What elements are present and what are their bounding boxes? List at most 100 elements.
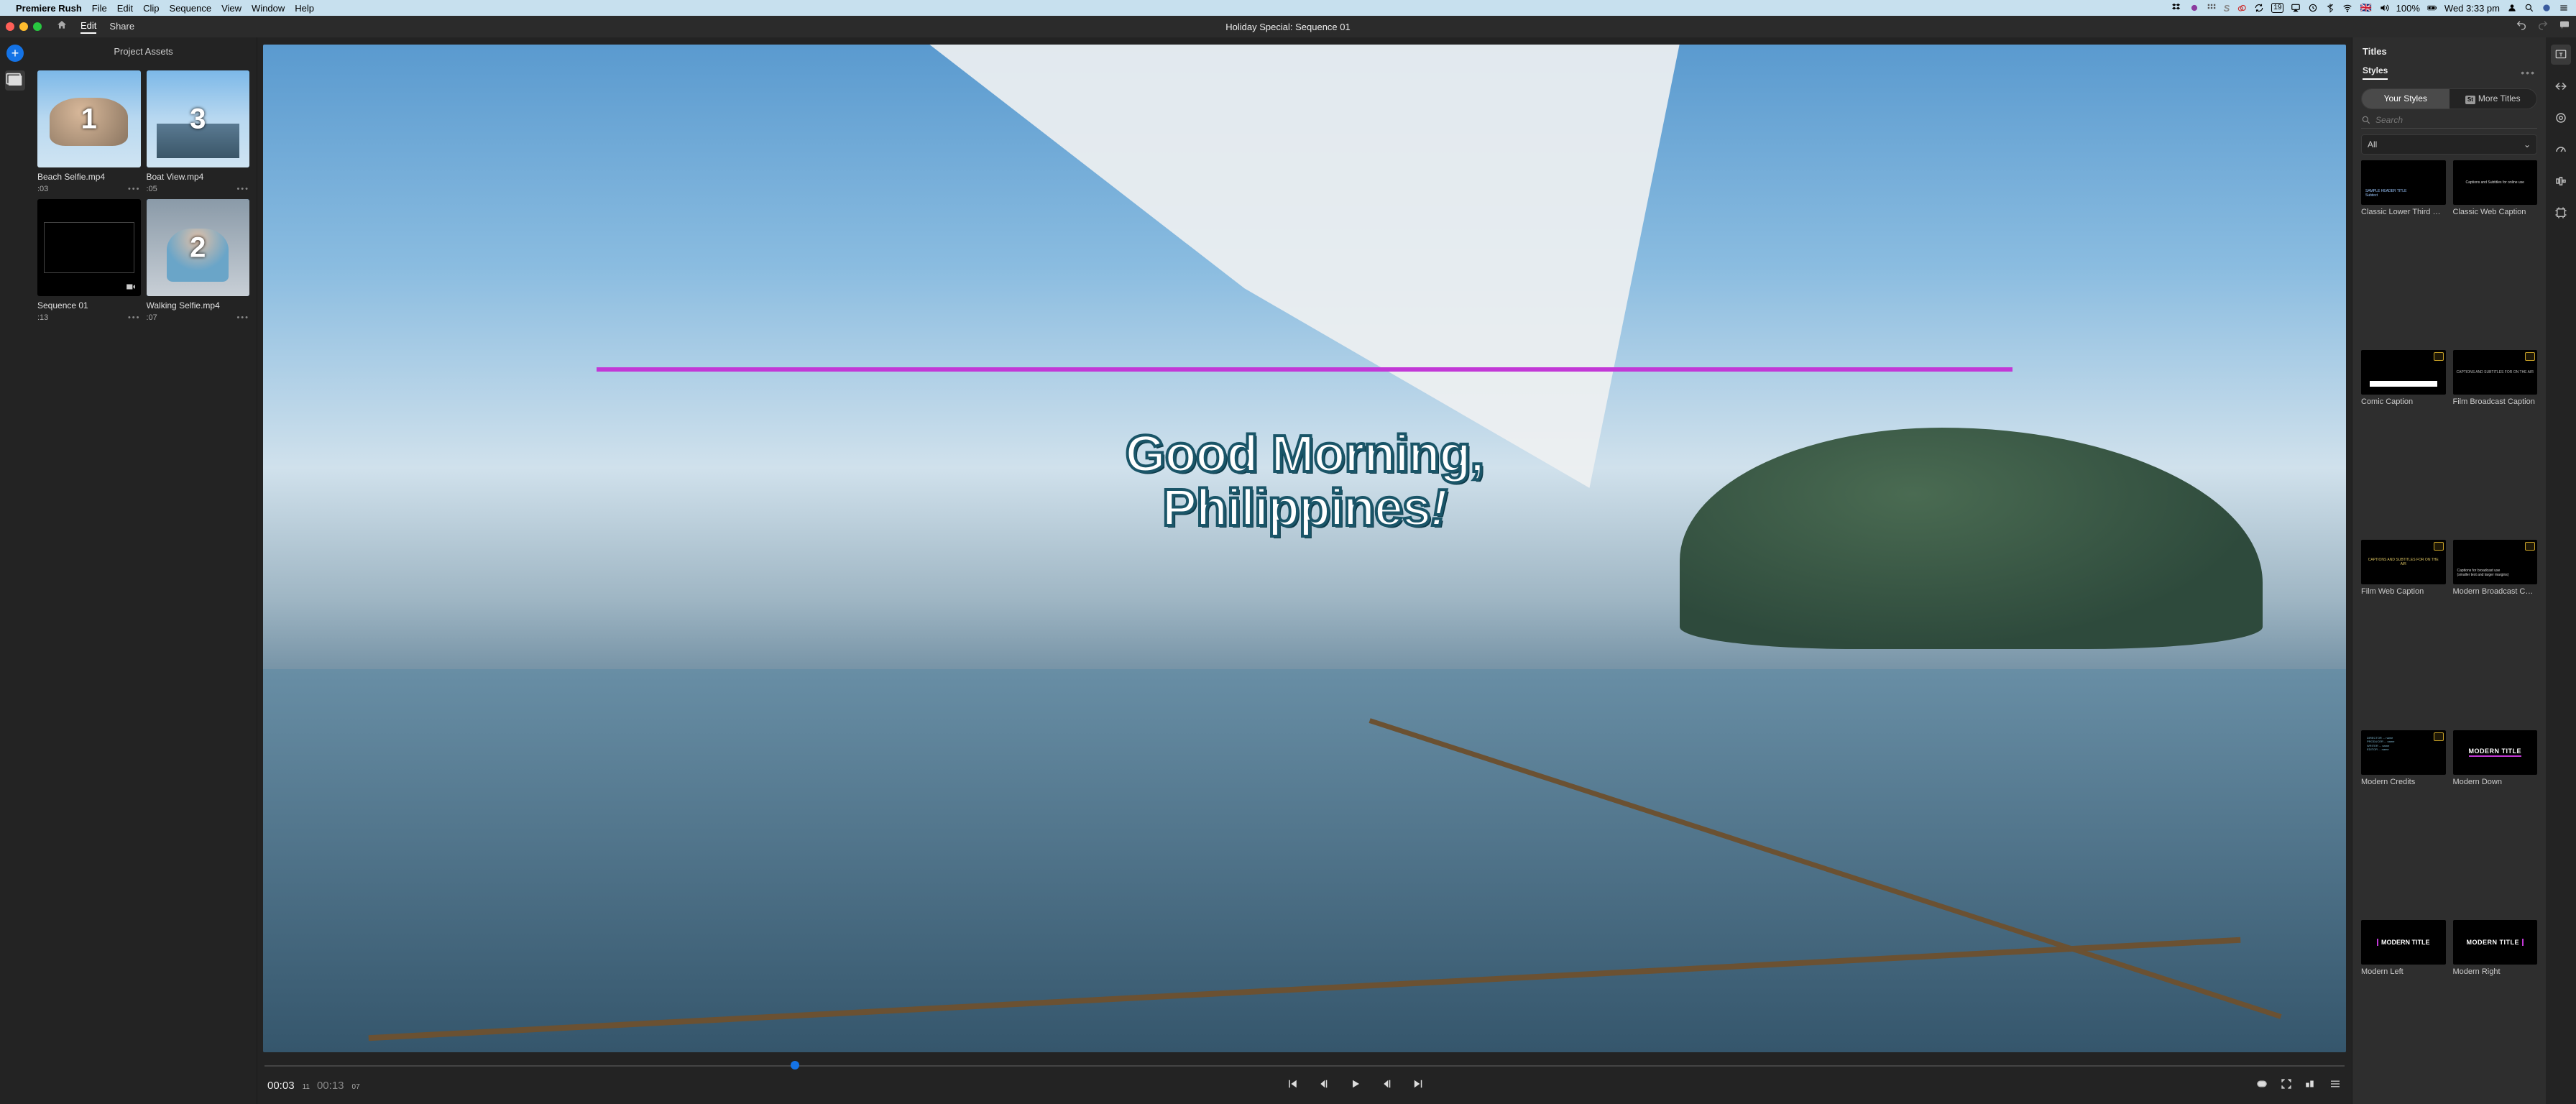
status-bluetooth-icon[interactable] bbox=[2325, 3, 2335, 13]
status-battery-pct: 100% bbox=[2396, 3, 2420, 14]
status-refresh-icon[interactable] bbox=[2254, 3, 2264, 13]
title-preset[interactable]: CAPTIONS AND SUBTITLES FOR ON THE AIRFil… bbox=[2361, 540, 2446, 724]
speed-tool-button[interactable] bbox=[2551, 139, 2571, 160]
loop-button[interactable] bbox=[2255, 1077, 2268, 1094]
asset-item[interactable]: Sequence 01 :13••• bbox=[37, 199, 141, 322]
play-button[interactable] bbox=[1348, 1077, 1361, 1094]
tab-share[interactable]: Share bbox=[109, 21, 134, 33]
status-user-icon[interactable] bbox=[2507, 3, 2517, 13]
tab-edit[interactable]: Edit bbox=[80, 20, 96, 34]
step-forward-button[interactable] bbox=[1380, 1077, 1393, 1094]
redo-button[interactable] bbox=[2537, 19, 2549, 34]
settings-menu-button[interactable] bbox=[2329, 1077, 2342, 1094]
status-flag[interactable]: 🇬🇧 bbox=[2360, 2, 2371, 14]
menu-edit[interactable]: Edit bbox=[117, 3, 133, 14]
title-preset[interactable]: Comic Caption bbox=[2361, 350, 2446, 534]
close-window-button[interactable] bbox=[6, 22, 14, 31]
fullscreen-button[interactable] bbox=[2280, 1077, 2293, 1094]
asset-thumbnail[interactable]: 2 bbox=[147, 199, 250, 296]
premium-badge-icon bbox=[2525, 352, 2535, 361]
status-s-icon[interactable]: S bbox=[2224, 3, 2230, 14]
timecode-duration: 00:13 07 bbox=[317, 1079, 360, 1092]
transport-bar: 00:03 11 00:13 07 bbox=[260, 1072, 2349, 1098]
goto-start-button[interactable] bbox=[1285, 1077, 1298, 1094]
asset-thumbnail[interactable]: 3 bbox=[147, 70, 250, 167]
asset-more-button[interactable]: ••• bbox=[128, 185, 141, 193]
audio-tool-button[interactable] bbox=[2551, 171, 2571, 191]
title-preset[interactable]: MODERN TITLEModern Left bbox=[2361, 920, 2446, 1104]
add-media-button[interactable]: + bbox=[6, 45, 24, 62]
status-calendar-icon[interactable]: 19 bbox=[2271, 3, 2283, 13]
titles-search[interactable] bbox=[2361, 115, 2537, 129]
asset-item[interactable]: 2 Walking Selfie.mp4 :07••• bbox=[147, 199, 250, 322]
status-clock[interactable]: Wed 3:33 pm bbox=[2444, 3, 2500, 14]
status-cloud-icon[interactable] bbox=[2237, 3, 2247, 13]
titles-filter-select[interactable]: All ⌄ bbox=[2361, 134, 2537, 155]
asset-duration: :07 bbox=[147, 313, 157, 322]
titles-tool-button[interactable]: T bbox=[2551, 45, 2571, 65]
tab-your-styles[interactable]: Your Styles bbox=[2362, 89, 2450, 109]
title-preset[interactable]: CAPTIONS AND SUBTITLES FOR ON THE AIRFil… bbox=[2453, 350, 2538, 534]
titles-section-more-button[interactable]: ••• bbox=[2521, 67, 2536, 78]
tab-more-titles[interactable]: StMore Titles bbox=[2450, 89, 2537, 109]
menubar-app-name[interactable]: Premiere Rush bbox=[16, 3, 82, 14]
asset-index: 2 bbox=[190, 231, 206, 264]
status-volume-icon[interactable] bbox=[2379, 3, 2389, 13]
asset-item[interactable]: 1 Beach Selfie.mp4 :03••• bbox=[37, 70, 141, 193]
titles-search-input[interactable] bbox=[2375, 115, 2537, 125]
home-button[interactable] bbox=[56, 19, 68, 34]
title-preset[interactable]: Captions and Subtitles for online useCla… bbox=[2453, 160, 2538, 344]
color-tool-button[interactable] bbox=[2551, 108, 2571, 128]
asset-grid: 1 Beach Selfie.mp4 :03••• 3 Boat View.mp… bbox=[30, 65, 257, 328]
asset-more-button[interactable]: ••• bbox=[236, 313, 249, 322]
search-icon bbox=[2361, 115, 2371, 125]
menu-sequence[interactable]: Sequence bbox=[170, 3, 212, 14]
asset-name: Sequence 01 bbox=[37, 300, 141, 310]
status-grid-icon[interactable] bbox=[2207, 3, 2217, 13]
asset-thumbnail[interactable]: 1 bbox=[37, 70, 141, 167]
status-dropbox-icon[interactable] bbox=[2172, 3, 2182, 13]
minimize-window-button[interactable] bbox=[19, 22, 28, 31]
timeline-scrubber[interactable] bbox=[264, 1058, 2345, 1072]
asset-item[interactable]: 3 Boat View.mp4 :05••• bbox=[147, 70, 250, 193]
title-preset[interactable]: MODERN TITLEModern Right bbox=[2453, 920, 2538, 1104]
asset-thumbnail[interactable] bbox=[37, 199, 141, 296]
playhead[interactable] bbox=[791, 1061, 799, 1070]
menu-file[interactable]: File bbox=[92, 3, 107, 14]
titles-panel-header: Titles bbox=[2352, 37, 2546, 61]
transitions-tool-button[interactable] bbox=[2551, 76, 2571, 96]
status-battery-icon[interactable] bbox=[2427, 3, 2437, 13]
title-preset[interactable]: DIRECTOR ... namePRODUCER ... nameWRITER… bbox=[2361, 730, 2446, 914]
status-control-center-icon[interactable] bbox=[2559, 3, 2569, 13]
status-siri-icon[interactable] bbox=[2542, 3, 2552, 13]
status-wifi-icon[interactable] bbox=[2342, 3, 2352, 13]
status-timemachine-icon[interactable] bbox=[2308, 3, 2318, 13]
status-circle-icon[interactable] bbox=[2189, 3, 2199, 13]
menu-help[interactable]: Help bbox=[295, 3, 314, 14]
title-preset[interactable]: MODERN TITLEModern Down bbox=[2453, 730, 2538, 914]
menu-view[interactable]: View bbox=[221, 3, 242, 14]
transform-tool-button[interactable] bbox=[2551, 203, 2571, 223]
title-preset[interactable]: Captions for broadcast use(smaller text … bbox=[2453, 540, 2538, 724]
asset-more-button[interactable]: ••• bbox=[128, 313, 141, 322]
step-back-button[interactable] bbox=[1317, 1077, 1330, 1094]
maximize-window-button[interactable] bbox=[33, 22, 42, 31]
titles-section-label[interactable]: Styles bbox=[2363, 65, 2388, 80]
title-preset[interactable]: SAMPLE HEADER TITLESubtextClassic Lower … bbox=[2361, 160, 2446, 344]
menu-clip[interactable]: Clip bbox=[143, 3, 159, 14]
project-assets-button[interactable] bbox=[5, 70, 25, 91]
premium-badge-icon bbox=[2525, 542, 2535, 551]
asset-more-button[interactable]: ••• bbox=[236, 185, 249, 193]
asset-duration: :03 bbox=[37, 185, 48, 193]
styles-tabs: Your Styles StMore Titles bbox=[2361, 88, 2537, 109]
undo-button[interactable] bbox=[2516, 19, 2527, 34]
comment-button[interactable] bbox=[2559, 19, 2570, 34]
preview-canvas[interactable]: Good Morning, Philippines! bbox=[263, 45, 2346, 1052]
menu-window[interactable]: Window bbox=[252, 3, 285, 14]
status-airplay-icon[interactable] bbox=[2291, 3, 2301, 13]
view-options-button[interactable] bbox=[2304, 1077, 2317, 1094]
goto-end-button[interactable] bbox=[1412, 1077, 1425, 1094]
title-overlay-text[interactable]: Good Morning, Philippines! bbox=[263, 428, 2346, 536]
titles-filter-value: All bbox=[2368, 139, 2377, 150]
status-spotlight-icon[interactable] bbox=[2524, 3, 2534, 13]
